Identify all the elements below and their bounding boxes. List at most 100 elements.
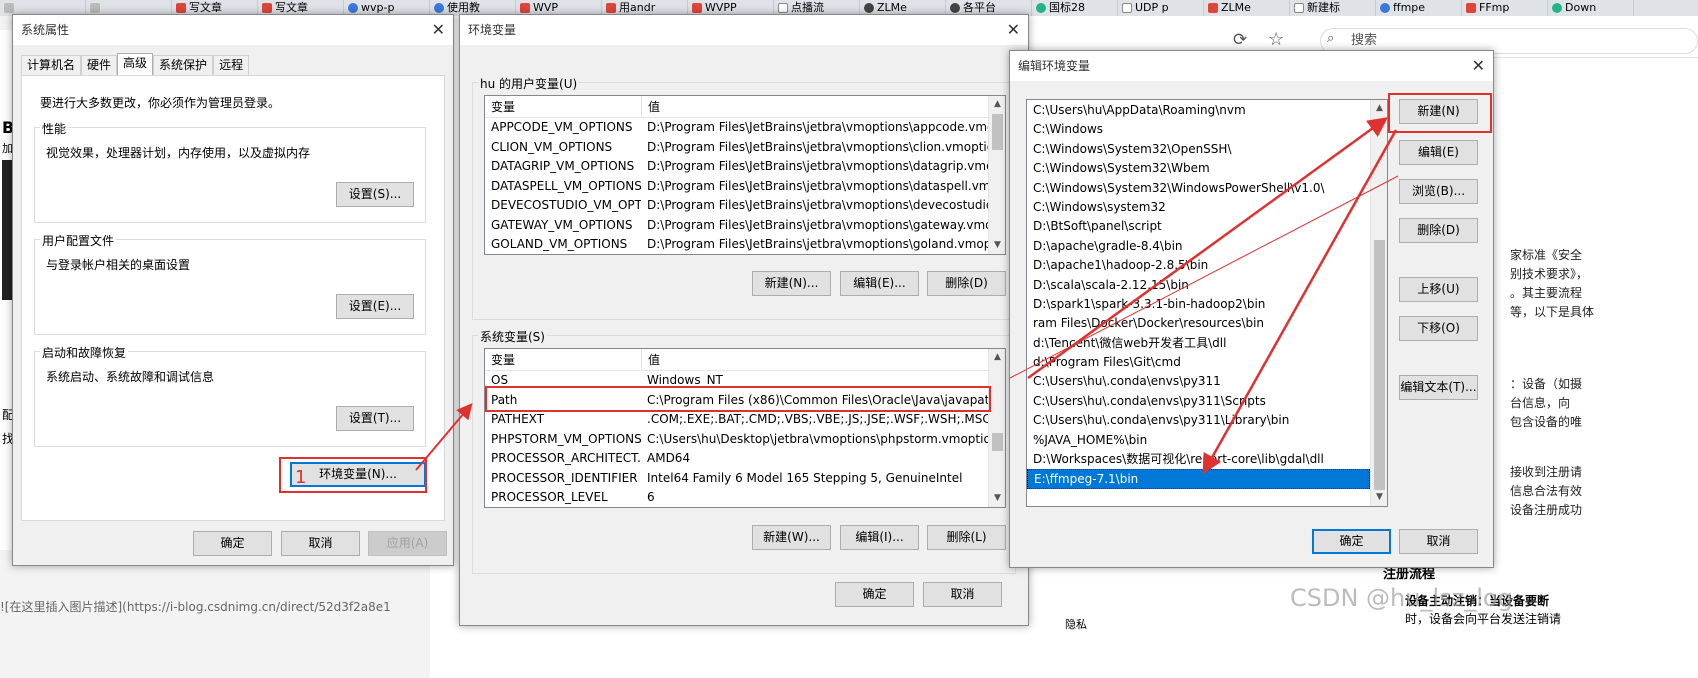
scroll-up-icon[interactable]: ▲: [1371, 100, 1387, 117]
apply-button[interactable]: 应用(A): [368, 531, 447, 556]
variable-name: APPCODE_VM_OPTIONS: [491, 120, 633, 134]
browser-tab[interactable]: ffmpe: [1376, 0, 1462, 16]
variable-row[interactable]: PATHEXT .COM;.EXE;.BAT;.CMD;.VBS;.VBE;.JS…: [485, 410, 1005, 430]
variable-row[interactable]: PROCESSOR_ARCHITECT... AMD64: [485, 449, 1005, 469]
path-entry[interactable]: D:\apache1\hadoop-2.8.5\bin: [1027, 256, 1370, 275]
move-up-button[interactable]: 上移(U): [1399, 277, 1478, 302]
ok-button[interactable]: 确定: [1312, 529, 1391, 554]
user-vars-scrollbar[interactable]: ▲ ▼: [988, 96, 1005, 254]
path-entry[interactable]: D:\spark1\spark-3.3.1-bin-hadoop2\bin: [1027, 295, 1370, 314]
path-entry[interactable]: D:\Workspaces\数据可视化\report-core\lib\gdal…: [1027, 450, 1370, 469]
browser-tab[interactable]: ZLMe: [1204, 0, 1290, 16]
variable-row[interactable]: GOLAND_VM_OPTIONS D:\Program Files\JetBra…: [485, 235, 1005, 254]
column-header-variable[interactable]: 变量: [485, 96, 641, 117]
path-list-scrollbar[interactable]: ▲ ▼: [1370, 100, 1387, 506]
path-entry[interactable]: C:\Users\hu\.conda\envs\py311\Library\bi…: [1027, 411, 1370, 430]
scroll-up-icon[interactable]: ▲: [989, 96, 1005, 113]
ok-button[interactable]: 确定: [193, 531, 272, 556]
path-entry[interactable]: C:\Windows\System32\WindowsPowerShell\v1…: [1027, 179, 1370, 198]
scroll-thumb[interactable]: [992, 433, 1003, 451]
scroll-up-icon[interactable]: ▲: [989, 349, 1005, 366]
variable-row[interactable]: DATAGRIP_VM_OPTIONS D:\Program Files\JetB…: [485, 157, 1005, 177]
cancel-button[interactable]: 取消: [923, 582, 1002, 607]
path-entry[interactable]: C:\Windows\System32\Wbem: [1027, 159, 1370, 178]
path-entry[interactable]: C:\Users\hu\AppData\Roaming\nvm: [1027, 101, 1370, 120]
user-delete-button[interactable]: 删除(D): [927, 271, 1006, 296]
path-entry[interactable]: C:\Windows: [1027, 120, 1370, 139]
variable-value: D:\Program Files\JetBrains\jetbra\vmopti…: [647, 159, 1005, 173]
scroll-down-icon[interactable]: ▼: [989, 237, 1005, 254]
tab-system-protection[interactable]: 系统保护: [153, 55, 214, 75]
variable-row[interactable]: GATEWAY_VM_OPTIONS D:\Program Files\JetBr…: [485, 216, 1005, 236]
variable-row[interactable]: DEVECOSTUDIO_VM_OPT... D:\Program Files\J…: [485, 196, 1005, 216]
tab-computer-name[interactable]: 计算机名: [21, 55, 82, 75]
tab-favicon-icon: [176, 3, 186, 13]
ok-button[interactable]: 确定: [835, 582, 914, 607]
user-variables-list[interactable]: 变量值 APPCODE_VM_OPTIONS D:\Program Files\J…: [484, 95, 1006, 255]
edit-path-button[interactable]: 编辑(E): [1399, 140, 1478, 165]
path-entry[interactable]: C:\Users\hu\.conda\envs\py311\Scripts: [1027, 392, 1370, 411]
variable-row[interactable]: PROCESSOR_IDENTIFIER Intel64 Family 6 Mod…: [485, 469, 1005, 489]
system-new-button[interactable]: 新建(W)...: [752, 525, 831, 550]
path-entry[interactable]: C:\Windows\System32\OpenSSH\: [1027, 140, 1370, 159]
scroll-down-icon[interactable]: ▼: [989, 490, 1005, 507]
system-variables-list[interactable]: 变量值 OS Windows_NT Path C:\Program Files (x8…: [484, 348, 1006, 508]
column-header-value[interactable]: 值: [641, 96, 660, 117]
tab-remote[interactable]: 远程: [213, 55, 250, 75]
cancel-button[interactable]: 取消: [1399, 529, 1478, 554]
cancel-button[interactable]: 取消: [281, 531, 360, 556]
variable-row[interactable]: PHPSTORM_VM_OPTIONS C:\Users\hu\Desktop\j…: [485, 430, 1005, 450]
csdn-watermark: CSDN @hu_lsz_log: [1290, 584, 1513, 612]
tab-advanced[interactable]: 高级: [117, 53, 154, 75]
scroll-thumb[interactable]: [992, 114, 1003, 150]
system-edit-button[interactable]: 编辑(I)...: [840, 525, 919, 550]
star-icon[interactable]: ☆: [1268, 29, 1284, 50]
variable-name: PROCESSOR_ARCHITECT...: [491, 451, 641, 465]
variable-name: CLION_VM_OPTIONS: [491, 139, 613, 154]
browser-tab[interactable]: UDP p: [1118, 0, 1204, 16]
variable-row[interactable]: DATASPELL_VM_OPTIONS D:\Program Files\Jet…: [485, 177, 1005, 197]
scroll-down-icon[interactable]: ▼: [1371, 489, 1387, 506]
close-icon[interactable]: ✕: [432, 21, 445, 39]
browser-tab[interactable]: Down: [1548, 0, 1634, 16]
delete-path-button[interactable]: 删除(D): [1399, 218, 1478, 243]
path-entry[interactable]: C:\Users\hu\.conda\envs\py311: [1027, 372, 1370, 391]
tab-favicon-icon: [90, 3, 100, 13]
column-header-value[interactable]: 值: [641, 349, 660, 370]
user-new-button[interactable]: 新建(N)...: [752, 271, 831, 296]
path-entry[interactable]: d:\Program Files\Git\cmd: [1027, 353, 1370, 372]
refresh-icon[interactable]: ⟳: [1233, 30, 1247, 50]
tab-hardware[interactable]: 硬件: [81, 55, 118, 75]
variable-row[interactable]: PROCESSOR_LEVEL 6: [485, 488, 1005, 507]
path-entry[interactable]: d:\Tencent\微信web开发者工具\dll: [1027, 334, 1370, 353]
system-vars-scrollbar[interactable]: ▲ ▼: [988, 349, 1005, 507]
performance-settings-button[interactable]: 设置(S)...: [336, 182, 414, 207]
path-entry[interactable]: ram Files\Docker\Docker\resources\bin: [1027, 314, 1370, 333]
browse-button[interactable]: 浏览(B)...: [1399, 179, 1478, 204]
path-entry[interactable]: D:\BtSoft\panel\script: [1027, 217, 1370, 236]
browser-tab[interactable]: 国标28: [1032, 0, 1118, 16]
user-edit-button[interactable]: 编辑(E)...: [840, 271, 919, 296]
variable-row[interactable]: CLION_VM_OPTIONS D:\Program Files\JetBrai…: [485, 138, 1005, 158]
system-properties-dialog: 系统属性 ✕ 计算机名 硬件 高级 系统保护 远程 要进行大多数更改，你必须作为…: [12, 14, 454, 566]
system-delete-button[interactable]: 删除(L): [927, 525, 1006, 550]
scroll-thumb[interactable]: [1374, 240, 1385, 490]
path-entry[interactable]: D:\apache\gradle-8.4\bin: [1027, 237, 1370, 256]
path-entry[interactable]: D:\scala\scala-2.12.15\bin: [1027, 276, 1370, 295]
path-entry[interactable]: %JAVA_HOME%\bin: [1027, 431, 1370, 450]
variable-name: DATAGRIP_VM_OPTIONS: [491, 159, 635, 173]
tab-favicon-icon: [4, 3, 14, 13]
column-header-variable[interactable]: 变量: [485, 349, 641, 370]
path-entry[interactable]: E:\ffmpeg-7.1\bin: [1027, 469, 1370, 489]
browser-tab[interactable]: 新建标: [1290, 0, 1376, 16]
path-entries-list[interactable]: C:\Users\hu\AppData\Roaming\nvm C:\Window…: [1026, 99, 1388, 507]
browser-tab[interactable]: FFmp: [1462, 0, 1548, 16]
startup-recovery-settings-button[interactable]: 设置(T)...: [336, 406, 414, 431]
path-entry[interactable]: C:\Windows\system32: [1027, 198, 1370, 217]
edit-text-button[interactable]: 编辑文本(T)...: [1399, 375, 1478, 400]
close-icon[interactable]: ✕: [1472, 57, 1485, 75]
variable-row[interactable]: APPCODE_VM_OPTIONS D:\Program Files\JetBr…: [485, 118, 1005, 138]
user-profile-settings-button[interactable]: 设置(E)...: [336, 294, 414, 319]
close-icon[interactable]: ✕: [1007, 21, 1020, 39]
move-down-button[interactable]: 下移(O): [1399, 316, 1478, 341]
